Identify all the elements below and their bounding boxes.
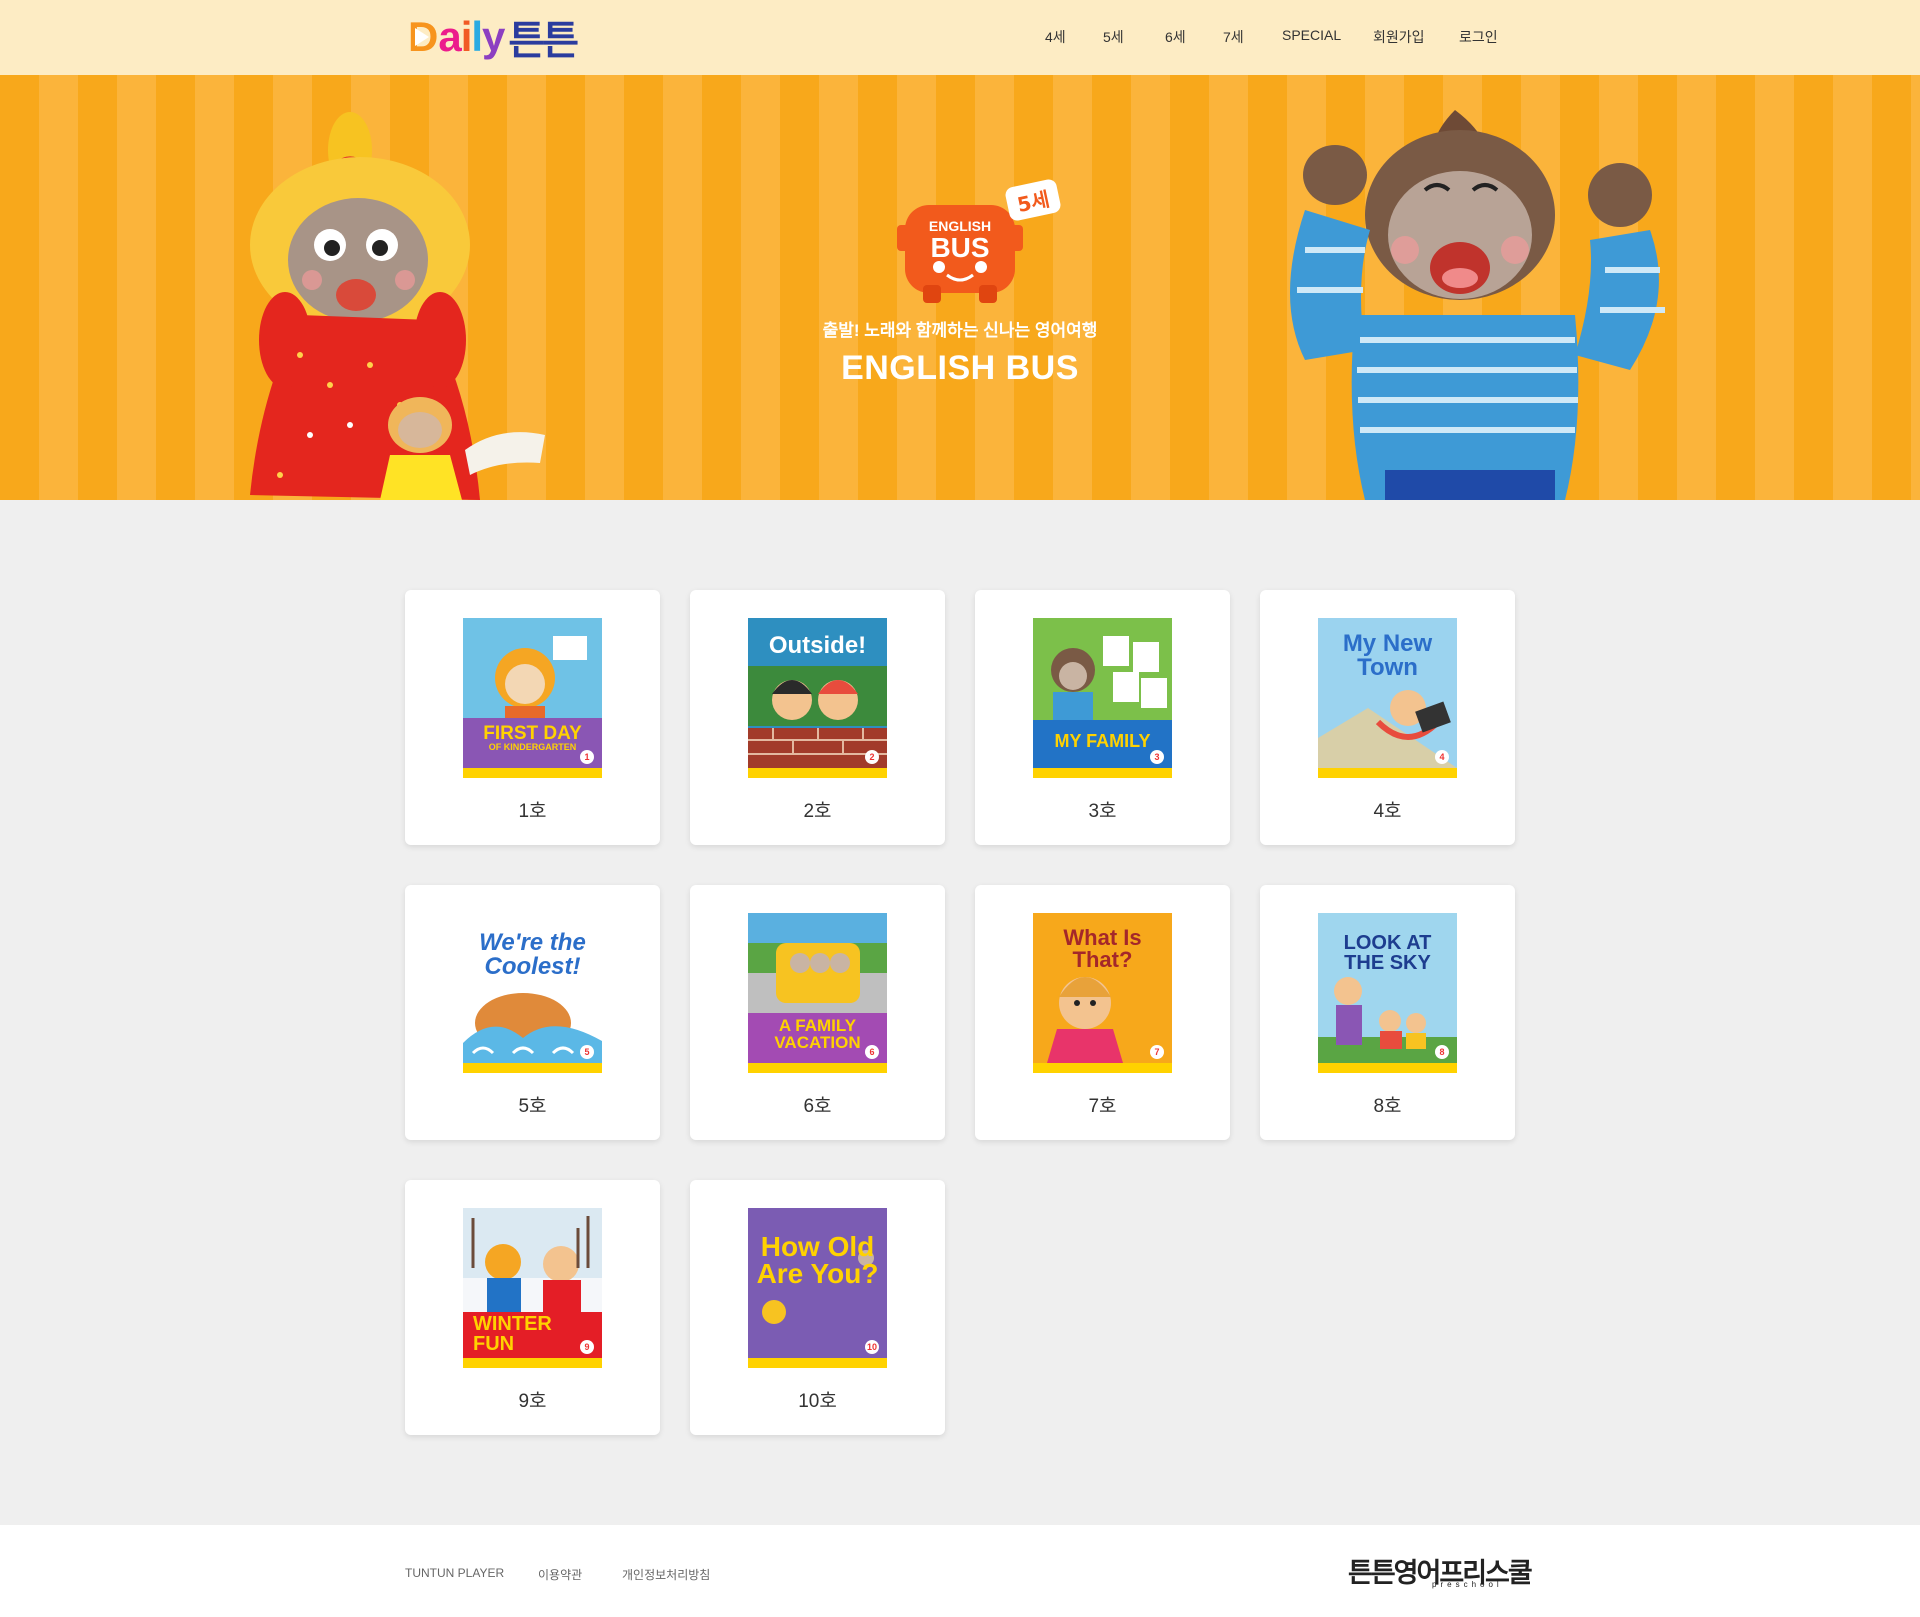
book-issue-label: 10호 xyxy=(798,1391,837,1412)
cover-title: A FAMILY VACATION xyxy=(774,1016,861,1052)
book-card[interactable]: My New Town 4 4호 xyxy=(1260,590,1515,845)
issue-number-badge: 5 xyxy=(580,1045,594,1059)
book-card[interactable]: We're the Coolest! 5 5호 xyxy=(405,885,660,1140)
book-cover-image: A FAMILY VACATION 6 xyxy=(748,913,887,1073)
header: D a i l y 튼튼 4세 5세 6세 7세 SPECIAL 회원가입 로그… xyxy=(0,0,1920,75)
book-cover-image: LOOK AT THE SKY 8 xyxy=(1318,913,1457,1073)
book-issue-label: 9호 xyxy=(518,1391,547,1412)
cover-title: We're the Coolest! xyxy=(479,929,586,980)
book-issue-label: 5호 xyxy=(518,1096,547,1117)
book-issue-label: 2호 xyxy=(803,801,832,822)
cover-band xyxy=(748,1358,887,1368)
bus-logo-line2: BUS xyxy=(930,232,989,263)
cover-band xyxy=(463,768,602,778)
book-cover-image: We're the Coolest! 5 xyxy=(463,913,602,1073)
english-bus-logo-icon: ENGLISH BUS 5세 xyxy=(897,179,1061,303)
nav-age-4[interactable]: 4세 xyxy=(1045,27,1066,47)
book-issue-label: 6호 xyxy=(803,1096,832,1117)
logo-letter: i xyxy=(460,13,473,60)
book-cover-image: What Is That? 7 xyxy=(1033,913,1172,1073)
footer-link-privacy[interactable]: 개인정보처리방침 xyxy=(622,1566,710,1583)
book-card[interactable]: How Old Are You? 10 10호 xyxy=(690,1180,945,1435)
cover-band xyxy=(463,1358,602,1368)
issue-number-badge: 2 xyxy=(865,750,879,764)
book-card[interactable]: FIRST DAY OF KINDERGARTEN 1 1호 xyxy=(405,590,660,845)
book-cover-image: Outside! 2 xyxy=(748,618,887,778)
cover-band xyxy=(748,1063,887,1073)
cover-title: LOOK AT THE SKY xyxy=(1343,932,1432,974)
book-card[interactable]: A FAMILY VACATION 6 6호 xyxy=(690,885,945,1140)
nav-login[interactable]: 로그인 xyxy=(1459,27,1498,47)
nav-age-5[interactable]: 5세 xyxy=(1103,27,1124,47)
logo-letter: a xyxy=(438,13,461,60)
hero-banner: ENGLISH BUS 5세 출발! 노래와 함께하는 신나는 영어여행 ENG… xyxy=(0,75,1920,500)
logo-letter: l xyxy=(471,13,483,60)
book-issue-label: 1호 xyxy=(518,801,547,822)
cover-band xyxy=(1318,768,1457,778)
nav-age-7[interactable]: 7세 xyxy=(1223,27,1244,47)
daily-tuntun-logo[interactable]: D a i l y 튼튼 xyxy=(408,12,579,64)
footer: TUNTUN PLAYER 이용약관 개인정보처리방침 튼튼영어프리스쿨 pre… xyxy=(0,1525,1920,1617)
book-cover-image: How Old Are You? 10 xyxy=(748,1208,887,1368)
footer-link-tuntun-player[interactable]: TUNTUN PLAYER xyxy=(405,1566,504,1580)
boy-monkey-illustration xyxy=(1290,110,1665,500)
book-card[interactable]: MY FAMILY 3 3호 xyxy=(975,590,1230,845)
nav-signup[interactable]: 회원가입 xyxy=(1373,27,1425,47)
issue-number-badge: 9 xyxy=(580,1340,594,1354)
book-issue-label: 7호 xyxy=(1088,1096,1117,1117)
issue-number-badge: 10 xyxy=(865,1340,879,1354)
cover-title: Outside! xyxy=(768,632,867,659)
nav-special[interactable]: SPECIAL xyxy=(1282,27,1341,43)
book-card[interactable]: Outside! 2 2호 xyxy=(690,590,945,845)
book-card[interactable]: WINTER FUN 9 9호 xyxy=(405,1180,660,1435)
footer-logo-subtext: preschool xyxy=(1432,1580,1503,1589)
issue-number-badge: 6 xyxy=(865,1045,879,1059)
book-cover-image: My New Town 4 xyxy=(1318,618,1457,778)
book-card[interactable]: What Is That? 7 7호 xyxy=(975,885,1230,1140)
cover-subtitle: OF KINDERGARTEN xyxy=(488,742,577,752)
nav-age-6[interactable]: 6세 xyxy=(1165,27,1186,47)
book-cover-image: MY FAMILY 3 xyxy=(1033,618,1172,778)
cover-title: FIRST DAY xyxy=(483,723,582,744)
issue-number-badge: 7 xyxy=(1150,1045,1164,1059)
cover-band xyxy=(1033,768,1172,778)
issue-number-badge: 8 xyxy=(1435,1045,1449,1059)
book-issue-label: 8호 xyxy=(1373,1096,1402,1117)
book-issue-label: 3호 xyxy=(1088,801,1117,822)
book-card[interactable]: LOOK AT THE SKY 8 8호 xyxy=(1260,885,1515,1140)
book-issue-label: 4호 xyxy=(1373,801,1402,822)
logo-letter-d: D xyxy=(408,16,438,58)
logo-letter: y xyxy=(482,13,505,60)
cover-title: MY FAMILY xyxy=(1054,731,1151,751)
cover-band xyxy=(463,1063,602,1073)
logo-suffix: 튼튼 xyxy=(508,19,579,63)
book-cover-image: FIRST DAY OF KINDERGARTEN 1 xyxy=(463,618,602,778)
cover-band xyxy=(748,768,887,778)
tuntun-preschool-logo[interactable]: 튼튼영어프리스쿨 preschool xyxy=(1348,1551,1533,1591)
play-icon xyxy=(415,28,429,46)
cover-band xyxy=(1033,1063,1172,1073)
cover-title: My New Town xyxy=(1342,630,1433,681)
cover-title: How Old Are You? xyxy=(756,1231,879,1289)
issue-number-badge: 1 xyxy=(580,750,594,764)
issue-number-badge: 4 xyxy=(1435,750,1449,764)
girl-monkey-illustration xyxy=(250,112,545,500)
cover-title: What Is That? xyxy=(1063,925,1142,972)
cover-band xyxy=(1318,1063,1457,1073)
book-cover-image: WINTER FUN 9 xyxy=(463,1208,602,1368)
issue-number-badge: 3 xyxy=(1150,750,1164,764)
footer-link-terms[interactable]: 이용약관 xyxy=(538,1566,582,1583)
